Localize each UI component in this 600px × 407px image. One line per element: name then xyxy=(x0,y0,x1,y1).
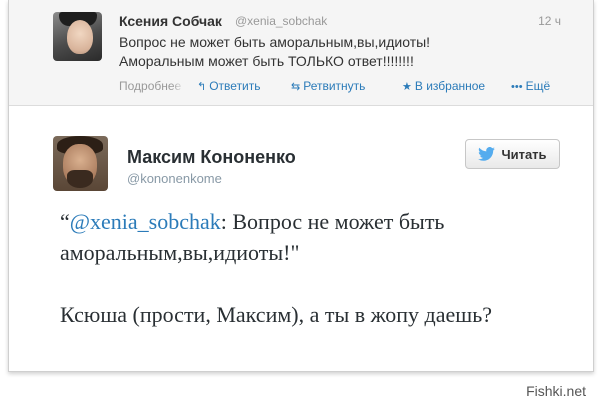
reply-text: Ксюша (прости, Максим), а ты в жопу даеш… xyxy=(60,302,493,327)
follow-label: Читать xyxy=(501,146,547,162)
tweet-screenshot-frame: Ксения Собчак @xenia_sobchak 12 ч Вопрос… xyxy=(8,0,594,372)
quoted-text: “@xenia_sobchak: Вопрос не может быть ам… xyxy=(60,206,560,268)
author-name[interactable]: Максим Кононенко xyxy=(127,147,296,168)
open-quote: “ xyxy=(60,209,70,234)
retweet-label: Ретвитнуть xyxy=(303,79,366,93)
more-label: Ещё xyxy=(525,79,551,93)
embedded-tweet-text: “@xenia_sobchak: Вопрос не может быть ам… xyxy=(60,206,560,330)
retweet-icon: ⇆ xyxy=(291,81,301,93)
favorite-button[interactable]: ★ В избранное xyxy=(402,79,485,93)
tweet-text-line: Вопрос не может быть аморальным,вы,идиот… xyxy=(119,34,431,50)
reply-button[interactable]: ↰ Ответить xyxy=(197,79,261,93)
follow-button[interactable]: Читать xyxy=(465,139,560,169)
ellipsis-icon: ••• xyxy=(511,81,523,93)
reply-label: Ответить xyxy=(209,79,261,93)
stream-tweet[interactable]: Ксения Собчак @xenia_sobchak 12 ч Вопрос… xyxy=(9,0,593,106)
details-link[interactable]: Подробнее xyxy=(119,79,185,93)
avatar[interactable] xyxy=(53,12,102,61)
mention-link[interactable]: @xenia_sobchak xyxy=(70,209,221,234)
reply-icon: ↰ xyxy=(197,81,207,93)
author-handle[interactable]: @xenia_sobchak xyxy=(235,14,327,28)
avatar-face xyxy=(67,20,93,54)
tweet-text-line: Аморальным может быть ТОЛЬКО ответ!!!!!!… xyxy=(119,53,414,69)
author-handle[interactable]: @kononenkome xyxy=(127,171,222,186)
author-name[interactable]: Ксения Собчак xyxy=(119,13,222,29)
tweet-timestamp[interactable]: 12 ч xyxy=(538,14,561,28)
tweet-text: Вопрос не может быть аморальным,вы,идиот… xyxy=(119,33,539,71)
tweet-actions: Подробнее ↰ Ответить ⇆ Ретвитнуть ★ В избра… xyxy=(119,79,559,95)
avatar-beard xyxy=(67,170,93,188)
avatar[interactable] xyxy=(53,136,108,191)
favorite-label: В избранное xyxy=(414,79,486,93)
twitter-bird-icon xyxy=(478,147,496,161)
watermark: Fishki.net xyxy=(526,383,586,399)
more-button[interactable]: ••• Ещё xyxy=(511,79,550,93)
star-icon: ★ xyxy=(402,81,412,93)
retweet-button[interactable]: ⇆ Ретвитнуть xyxy=(291,79,365,93)
